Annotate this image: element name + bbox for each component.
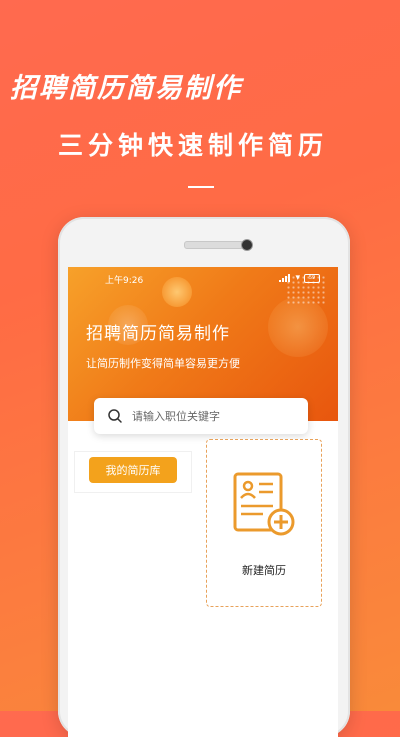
phone-camera <box>241 239 253 251</box>
my-library-card: 我的简历库 <box>74 451 192 493</box>
decor-bubble <box>268 297 328 357</box>
search-input[interactable]: 请输入职位关键字 <box>94 398 308 434</box>
new-resume-label: 新建简历 <box>242 564 286 577</box>
wifi-icon: ▾ <box>295 273 300 283</box>
status-icons: ▾ 59 <box>279 273 320 283</box>
status-time: 上午9:26 <box>105 276 144 286</box>
phone-screen: 上午9:26 ▾ 59 招聘简历简易制作 让简历制作变得简单容易更方便 请输入职… <box>68 267 338 737</box>
battery-icon: 59 <box>304 273 320 283</box>
my-library-button[interactable]: 我的简历库 <box>89 457 177 483</box>
signal-icon <box>279 274 291 282</box>
promo-title: 招聘简历简易制作 <box>10 73 242 104</box>
phone-frame: 上午9:26 ▾ 59 招聘简历简易制作 让简历制作变得简单容易更方便 请输入职… <box>58 217 350 737</box>
promo-subtitle: 三分钟快速制作简历 <box>58 131 329 160</box>
phone-speaker <box>184 241 244 249</box>
new-resume-card[interactable]: 新建简历 <box>206 439 322 607</box>
new-resume-icon <box>233 472 295 536</box>
search-icon <box>108 409 122 423</box>
app-title: 招聘简历简易制作 <box>86 324 230 344</box>
search-placeholder: 请输入职位关键字 <box>132 410 220 423</box>
status-bar: 上午9:26 ▾ 59 <box>68 273 338 287</box>
promo-divider <box>188 186 214 188</box>
app-subtitle: 让简历制作变得简单容易更方便 <box>86 357 240 370</box>
